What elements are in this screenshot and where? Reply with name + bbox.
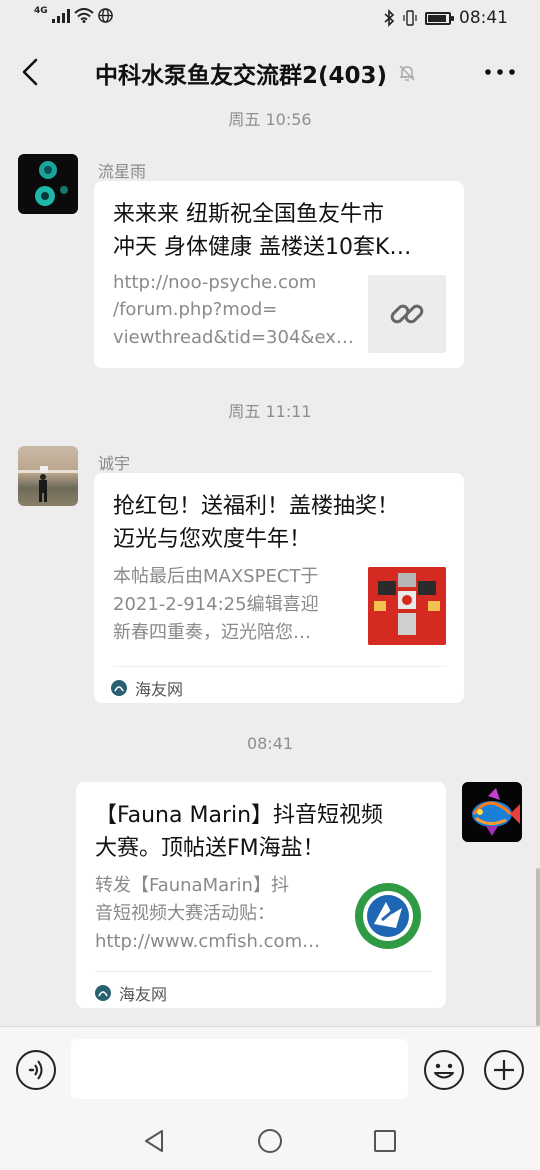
chevron-left-icon bbox=[22, 58, 38, 86]
chat-title-wrap[interactable]: 中科水泵鱼友交流群2(403) bbox=[95, 56, 435, 90]
card-desc-line1: http://noo-psyche.com bbox=[113, 272, 317, 293]
avatar[interactable] bbox=[18, 446, 78, 506]
club-logo-image bbox=[355, 883, 421, 949]
avatar-fish-image bbox=[472, 788, 520, 836]
status-right: 08:41 bbox=[383, 8, 508, 28]
nav-recents-button[interactable] bbox=[370, 1126, 400, 1156]
plus-icon bbox=[484, 1050, 524, 1090]
signal-icon bbox=[51, 8, 70, 23]
card-thumbnail bbox=[368, 567, 446, 645]
voice-button[interactable] bbox=[15, 1049, 57, 1091]
emoji-icon bbox=[424, 1050, 464, 1090]
card-desc-line3: http://www.cmfish.com… bbox=[95, 931, 321, 952]
back-button[interactable] bbox=[14, 52, 50, 92]
more-button[interactable] bbox=[482, 56, 518, 88]
system-nav-bar bbox=[0, 1116, 540, 1170]
card-title-line1: 抢红包！送福利！盖楼抽奖！ bbox=[113, 494, 400, 519]
card-title-line2: 冲天 身体健康 盖楼送10套K… bbox=[113, 235, 412, 260]
link-icon bbox=[390, 304, 424, 324]
chat-title: 中科水泵鱼友交流群2(403) bbox=[95, 63, 388, 89]
card-desc-line1: 本帖最后由MAXSPECT于 bbox=[113, 566, 319, 587]
nav-back-icon bbox=[145, 1130, 163, 1152]
card-desc-line3: 新春四重奏，迈光陪您… bbox=[113, 622, 311, 643]
card-divider bbox=[113, 666, 446, 667]
source-app-icon bbox=[95, 985, 111, 1001]
emoji-button[interactable] bbox=[423, 1049, 465, 1091]
avatar-flower-image bbox=[35, 161, 68, 206]
more-icon bbox=[485, 69, 515, 75]
link-card[interactable]: 【Fauna Marin】抖音短视频 大赛。顶帖送FM海盐！ 转发【FaunaM… bbox=[76, 782, 446, 1008]
input-bar bbox=[0, 1026, 540, 1117]
battery-icon bbox=[425, 11, 454, 25]
avatar[interactable] bbox=[462, 782, 522, 842]
card-divider bbox=[95, 971, 432, 972]
avatar[interactable] bbox=[18, 154, 78, 214]
status-left: 4G bbox=[34, 5, 113, 23]
chat-header: 中科水泵鱼友交流群2(403) bbox=[0, 40, 540, 106]
more-functions-button[interactable] bbox=[483, 1049, 525, 1091]
card-desc-line2: 音短视频大赛活动贴： bbox=[95, 903, 275, 924]
nav-recents-icon bbox=[374, 1130, 396, 1152]
scrollbar[interactable] bbox=[536, 868, 540, 1026]
timestamp: 08:41 bbox=[246, 734, 294, 753]
card-title-line2: 迈光与您欢度牛年！ bbox=[113, 527, 312, 552]
card-title-line1: 【Fauna Marin】抖音短视频 bbox=[95, 803, 384, 828]
card-source: 海友网 bbox=[95, 981, 167, 1005]
voice-icon bbox=[16, 1050, 56, 1090]
source-name: 海友网 bbox=[135, 680, 184, 699]
nav-home-icon bbox=[258, 1129, 282, 1153]
link-card[interactable]: 来来来 纽斯祝全国鱼友牛市 冲天 身体健康 盖楼送10套K… http://no… bbox=[94, 181, 464, 368]
nav-home-button[interactable] bbox=[255, 1126, 285, 1156]
bluetooth-icon bbox=[384, 9, 395, 27]
timestamp: 周五 10:56 bbox=[228, 110, 312, 129]
link-card[interactable]: 抢红包！送福利！盖楼抽奖！ 迈光与您欢度牛年！ 本帖最后由MAXSPECT于 2… bbox=[94, 473, 464, 703]
bell-mute-icon bbox=[399, 65, 415, 81]
card-title-line2: 大赛。顶帖送FM海盐！ bbox=[95, 836, 325, 861]
nav-back-button[interactable] bbox=[140, 1126, 170, 1156]
message-input[interactable] bbox=[71, 1039, 408, 1099]
card-desc-line2: /forum.php?mod= bbox=[113, 299, 278, 320]
timestamp: 周五 11:11 bbox=[228, 402, 312, 421]
status-bar: 4G 08:41 bbox=[0, 0, 540, 40]
sender-name: 流星雨 bbox=[98, 162, 147, 181]
card-source: 海友网 bbox=[111, 676, 183, 700]
network-type: 4G bbox=[34, 5, 48, 16]
card-title-line1: 来来来 纽斯祝全国鱼友牛市 bbox=[113, 202, 384, 227]
card-desc-line3: viewthread&tid=304&ex… bbox=[113, 327, 354, 348]
card-desc-line2: 2021-2-914:25编辑喜迎 bbox=[113, 594, 319, 615]
globe-icon bbox=[97, 8, 113, 23]
card-desc-line1: 转发【FaunaMarin】抖 bbox=[95, 875, 289, 896]
source-app-icon bbox=[111, 680, 127, 696]
avatar-person-image bbox=[18, 466, 78, 502]
source-name: 海友网 bbox=[119, 985, 168, 1004]
promo-thumbnail-image bbox=[368, 567, 446, 645]
vibrate-icon bbox=[403, 10, 417, 26]
link-thumbnail bbox=[368, 275, 446, 353]
sender-name: 诚宇 bbox=[98, 454, 131, 473]
card-thumbnail bbox=[352, 880, 424, 952]
wifi-icon bbox=[73, 8, 94, 23]
status-time: 08:41 bbox=[459, 8, 508, 28]
